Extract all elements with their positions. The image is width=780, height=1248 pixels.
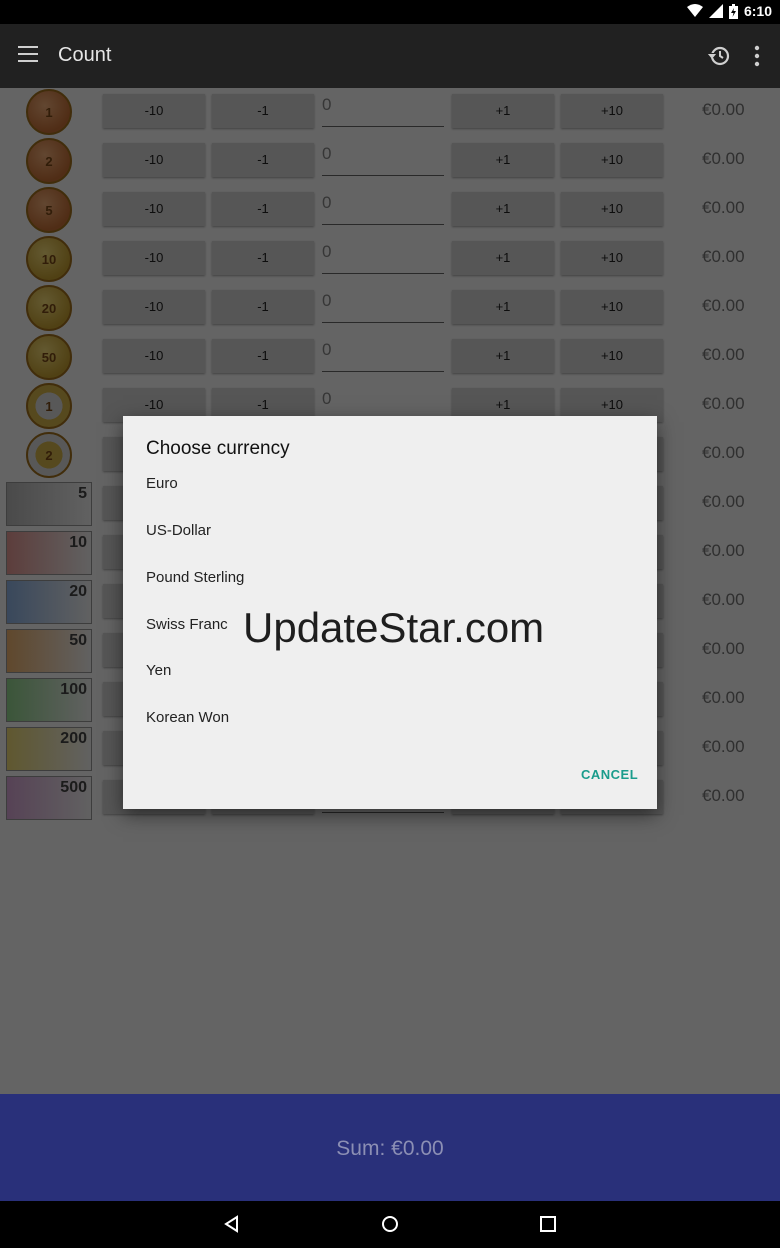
page-title: Count: [58, 44, 112, 66]
currency-option-yen[interactable]: Yen: [146, 662, 171, 679]
recents-icon[interactable]: [538, 1214, 558, 1234]
wifi-icon: [686, 4, 703, 17]
currency-option-swiss-franc[interactable]: Swiss Franc: [146, 616, 228, 633]
navigation-bar: [0, 1201, 780, 1248]
back-icon[interactable]: [222, 1214, 242, 1234]
app-bar: Count: [0, 24, 780, 88]
status-icons: 6:10: [686, 3, 772, 19]
sum-bar: Sum: €0.00: [0, 1094, 780, 1201]
signal-icon: [708, 4, 723, 18]
watermark-text: UpdateStar.com: [243, 604, 545, 651]
currency-option-us-dollar[interactable]: US-Dollar: [146, 522, 211, 539]
sum-total: Sum: €0.00: [336, 1137, 444, 1160]
currency-option-euro[interactable]: Euro: [146, 475, 178, 492]
history-reset-icon[interactable]: [706, 42, 734, 70]
home-icon[interactable]: [380, 1214, 400, 1234]
status-time: 6:10: [743, 3, 772, 19]
cancel-button[interactable]: CANCEL: [581, 767, 638, 782]
status-bar: 6:10: [0, 0, 780, 24]
currency-option-korean-won[interactable]: Korean Won: [146, 709, 229, 726]
battery-icon: [728, 3, 738, 19]
dialog-title: Choose currency: [146, 438, 290, 459]
more-options-icon[interactable]: [748, 42, 766, 70]
currency-option-pound-sterling[interactable]: Pound Sterling: [146, 569, 244, 586]
hamburger-menu-icon[interactable]: [18, 46, 38, 62]
